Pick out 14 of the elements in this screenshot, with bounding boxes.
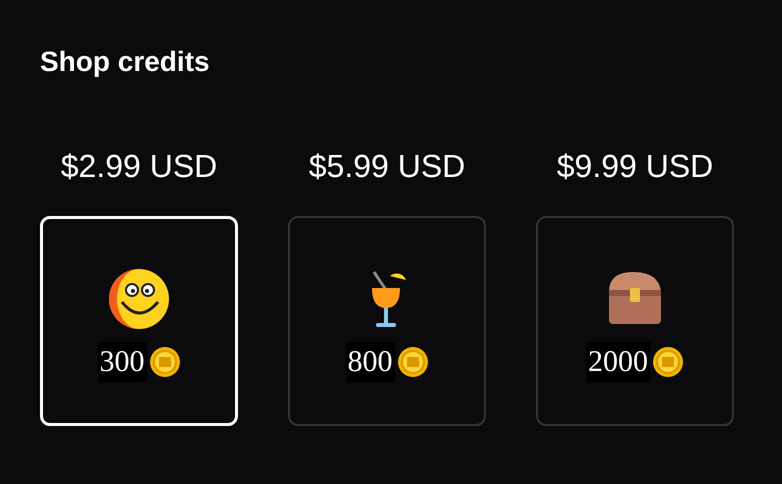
- credit-amount: 300: [98, 342, 146, 382]
- price-label: $2.99 USD: [60, 147, 218, 186]
- credit-package-card[interactable]: 300: [40, 216, 238, 426]
- price-label: $5.99 USD: [308, 147, 466, 186]
- credit-amount: 2000: [586, 342, 650, 382]
- coin-icon: [148, 346, 180, 378]
- page-title: Shop credits: [40, 45, 210, 79]
- credit-amount: 800: [346, 342, 394, 382]
- smiley-face-icon: [108, 268, 170, 330]
- price-label: $9.99 USD: [556, 147, 714, 186]
- coin-icon: [652, 346, 684, 378]
- credit-package-card[interactable]: 800: [288, 216, 486, 426]
- coin-icon: [396, 346, 428, 378]
- credit-package-card[interactable]: 2000: [536, 216, 734, 426]
